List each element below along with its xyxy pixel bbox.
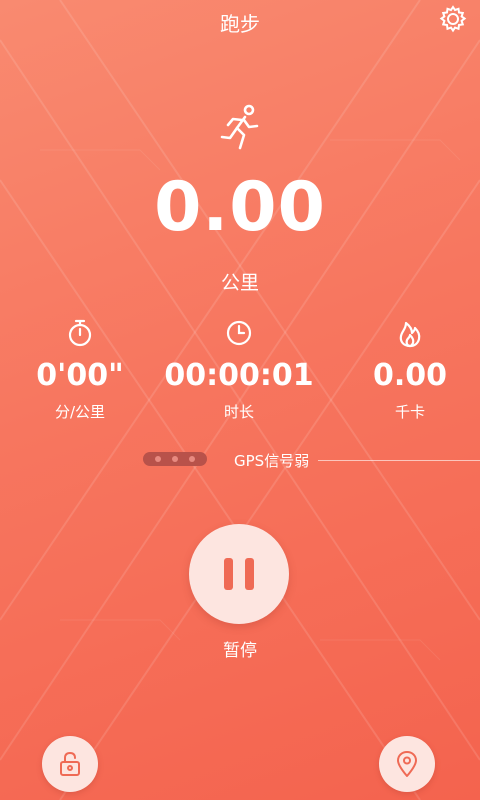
running-man-icon xyxy=(220,104,259,150)
pause-icon xyxy=(224,558,233,590)
duration-value: 00:00:01 xyxy=(164,358,314,393)
distance-value: 0.00 xyxy=(154,168,326,247)
pace-stat: 0'00" 分/公里 xyxy=(0,318,160,422)
gps-divider-line xyxy=(318,460,480,461)
calories-stat: 0.00 千卡 xyxy=(330,318,480,422)
clock-icon xyxy=(226,320,252,346)
gps-signal-indicator xyxy=(143,452,207,466)
stopwatch-icon xyxy=(68,319,92,347)
calories-value: 0.00 xyxy=(372,358,448,393)
gps-dot xyxy=(189,456,195,462)
duration-label: 时长 xyxy=(223,403,254,421)
gps-dot xyxy=(172,456,178,462)
pause-icon xyxy=(245,558,254,590)
location-pin-icon xyxy=(397,751,417,777)
settings-gear-icon[interactable] xyxy=(438,4,468,34)
gps-status-text: GPS信号弱 xyxy=(234,452,310,470)
flame-icon xyxy=(399,321,421,348)
distance-unit: 公里 xyxy=(220,272,259,294)
lock-button[interactable] xyxy=(42,736,98,792)
pace-label: 分/公里 xyxy=(54,403,106,421)
calories-label: 千卡 xyxy=(394,403,425,421)
pace-value: 0'00" xyxy=(36,358,124,393)
lock-icon xyxy=(60,751,80,776)
gps-dot xyxy=(155,456,161,462)
page-title: 跑步 xyxy=(220,12,260,36)
pause-button[interactable] xyxy=(189,524,289,624)
pause-label: 暂停 xyxy=(223,641,257,661)
map-location-button[interactable] xyxy=(379,736,435,792)
duration-stat: 00:00:01 时长 xyxy=(159,318,319,422)
